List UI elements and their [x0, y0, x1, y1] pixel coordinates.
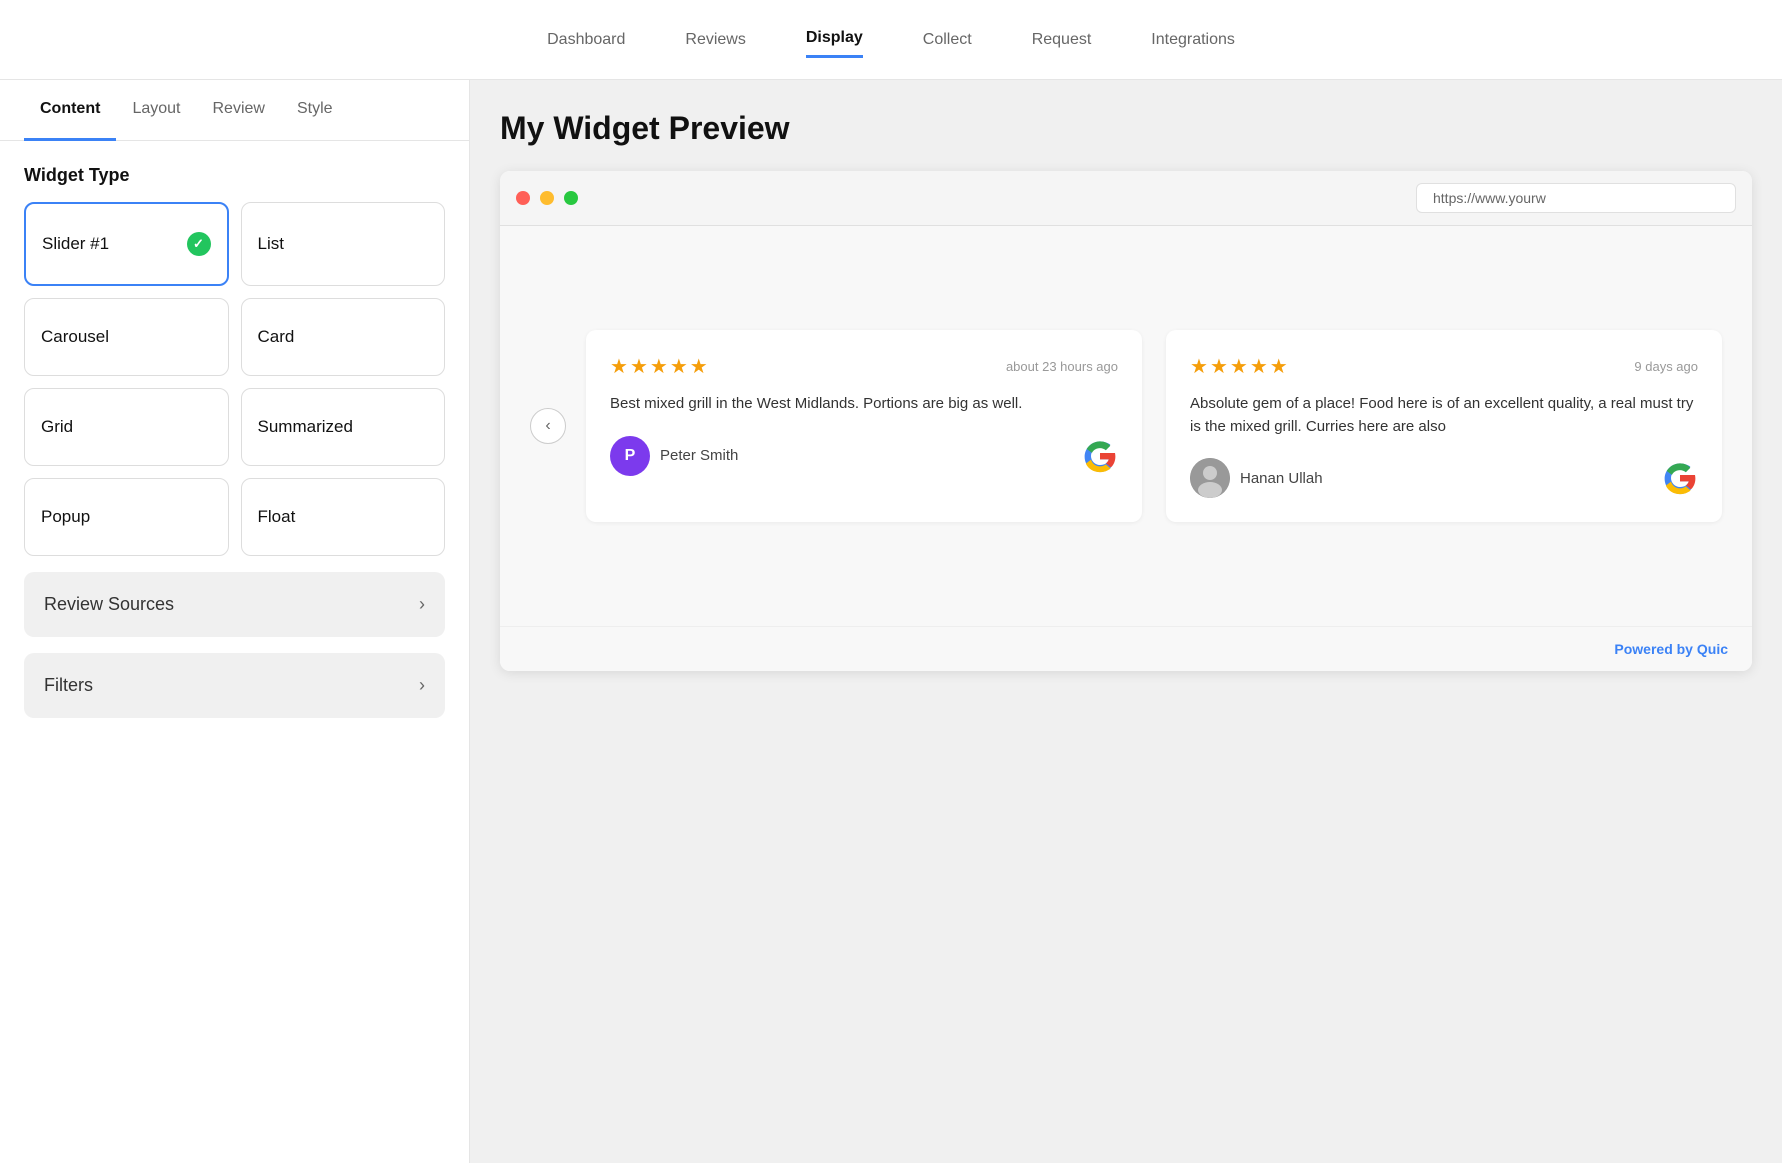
browser-bar: https://www.yourw [500, 171, 1752, 226]
url-bar: https://www.yourw [1416, 183, 1736, 213]
browser-dot-yellow [540, 191, 554, 205]
reviewer-row-2: Hanan Ullah [1190, 458, 1698, 498]
browser-mockup: https://www.yourw ‹ ★ ★ ★ ★ [500, 171, 1752, 671]
review-time-1: about 23 hours ago [1006, 359, 1118, 374]
review-header-1: ★ ★ ★ ★ ★ about 23 hours ago [610, 354, 1118, 379]
tab-layout[interactable]: Layout [116, 80, 196, 141]
review-card-1: ★ ★ ★ ★ ★ about 23 hours ago Best mixed … [586, 330, 1142, 522]
widget-btn-card[interactable]: Card [241, 298, 446, 376]
prev-arrow[interactable]: ‹ [530, 408, 566, 444]
star-2-1: ★ [1190, 354, 1208, 379]
review-sources-section[interactable]: Review Sources › [24, 572, 445, 637]
star-1-3: ★ [650, 354, 668, 379]
star-1-2: ★ [630, 354, 648, 379]
widget-type-heading: Widget Type [0, 141, 469, 202]
star-2-3: ★ [1230, 354, 1248, 379]
nav-request[interactable]: Request [1032, 23, 1092, 57]
review-text-2: Absolute gem of a place! Food here is of… [1190, 393, 1698, 438]
star-1-4: ★ [670, 354, 688, 379]
powered-by: Powered by Quic [500, 626, 1752, 671]
preview-title: My Widget Preview [500, 110, 1752, 147]
widget-btn-popup[interactable]: Popup [24, 478, 229, 556]
main-layout: Content Layout Review Style Widget Type … [0, 80, 1782, 1163]
tab-review[interactable]: Review [196, 80, 280, 141]
tab-content[interactable]: Content [24, 80, 116, 141]
stars-2: ★ ★ ★ ★ ★ [1190, 354, 1288, 379]
review-time-2: 9 days ago [1634, 359, 1698, 374]
review-card-2: ★ ★ ★ ★ ★ 9 days ago Absolute gem of a p… [1166, 330, 1722, 522]
star-2-5: ★ [1270, 354, 1288, 379]
avatar-photo-icon [1190, 458, 1230, 498]
filters-section[interactable]: Filters › [24, 653, 445, 718]
reviewer-row-1: P Peter Smith [610, 436, 1118, 476]
tab-bar: Content Layout Review Style [0, 80, 469, 141]
google-icon-1 [1082, 438, 1118, 474]
review-sources-label: Review Sources [44, 594, 174, 615]
nav-integrations[interactable]: Integrations [1151, 23, 1235, 57]
widget-btn-list[interactable]: List [241, 202, 446, 286]
review-header-2: ★ ★ ★ ★ ★ 9 days ago [1190, 354, 1698, 379]
right-panel: My Widget Preview https://www.yourw ‹ [470, 80, 1782, 1163]
google-icon-2 [1662, 460, 1698, 496]
nav-dashboard[interactable]: Dashboard [547, 23, 625, 57]
widget-btn-carousel[interactable]: Carousel [24, 298, 229, 376]
nav-collect[interactable]: Collect [923, 23, 972, 57]
widget-btn-float[interactable]: Float [241, 478, 446, 556]
top-nav: Dashboard Reviews Display Collect Reques… [0, 0, 1782, 80]
selected-check-icon [187, 232, 211, 256]
filters-label: Filters [44, 675, 93, 696]
browser-dot-green [564, 191, 578, 205]
reviewer-info-1: P Peter Smith [610, 436, 738, 476]
star-1-1: ★ [610, 354, 628, 379]
widget-btn-slider[interactable]: Slider #1 [24, 202, 229, 286]
avatar-2 [1190, 458, 1230, 498]
widget-btn-grid[interactable]: Grid [24, 388, 229, 466]
reviewer-name-1: Peter Smith [660, 447, 738, 464]
filters-chevron-icon: › [419, 675, 425, 696]
left-panel: Content Layout Review Style Widget Type … [0, 80, 470, 1163]
star-2-2: ★ [1210, 354, 1228, 379]
nav-reviews[interactable]: Reviews [685, 23, 745, 57]
reviewer-info-2: Hanan Ullah [1190, 458, 1323, 498]
stars-1: ★ ★ ★ ★ ★ [610, 354, 708, 379]
widget-preview-area: ‹ ★ ★ ★ ★ ★ about 23 [500, 226, 1752, 626]
tab-style[interactable]: Style [281, 80, 349, 141]
star-2-4: ★ [1250, 354, 1268, 379]
powered-by-brand: Quic [1697, 641, 1728, 657]
reviews-row: ★ ★ ★ ★ ★ about 23 hours ago Best mixed … [586, 330, 1722, 522]
widget-type-grid: Slider #1 List Carousel Card Grid Summar… [0, 202, 469, 556]
star-1-5: ★ [690, 354, 708, 379]
review-text-1: Best mixed grill in the West Midlands. P… [610, 393, 1118, 416]
review-sources-chevron-icon: › [419, 594, 425, 615]
browser-dot-red [516, 191, 530, 205]
nav-display[interactable]: Display [806, 21, 863, 58]
widget-btn-summarized[interactable]: Summarized [241, 388, 446, 466]
reviewer-name-2: Hanan Ullah [1240, 470, 1323, 487]
avatar-1: P [610, 436, 650, 476]
